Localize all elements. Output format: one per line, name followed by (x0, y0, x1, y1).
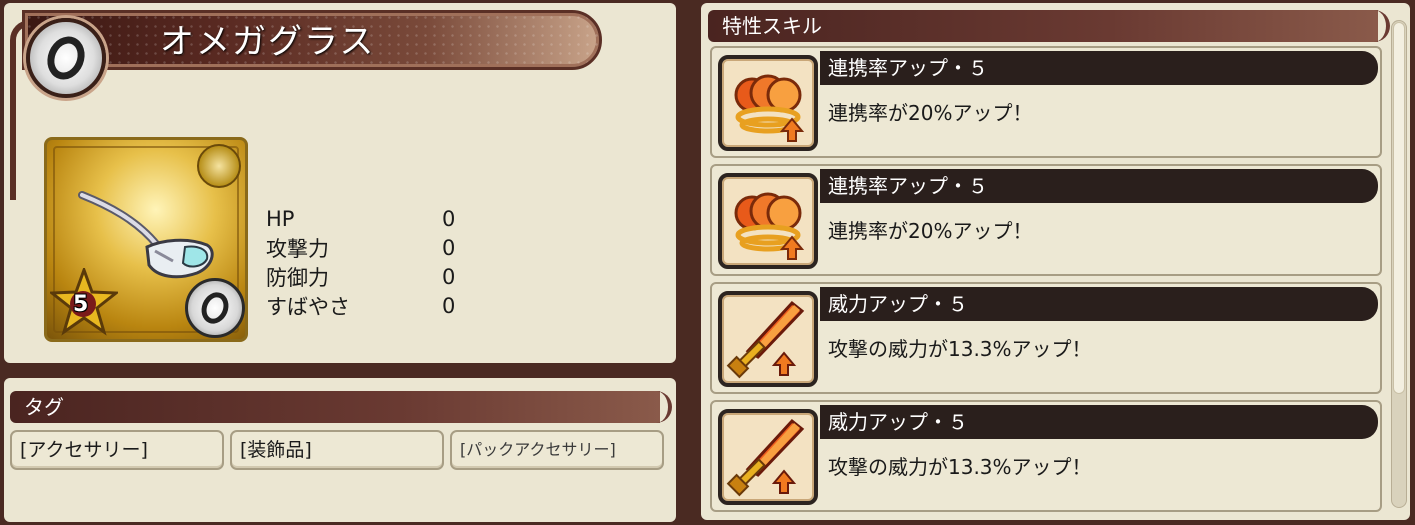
skills-header: 特性スキル (708, 10, 1390, 42)
stat-label: 攻撃力 (266, 236, 329, 261)
stat-label: HP (266, 206, 295, 231)
swirl-icon (197, 144, 241, 188)
scrollbar-thumb[interactable] (1393, 22, 1405, 394)
skill-item[interactable]: 威力アップ・５ 攻撃の威力が13.3%アップ！ (710, 282, 1382, 394)
stat-row-hp: HP 0 (266, 204, 455, 233)
skill-name: 威力アップ・５ (820, 405, 1378, 439)
item-card[interactable]: 5 (44, 137, 248, 342)
skill-item[interactable]: 連携率アップ・５ 連携率が20%アップ！ (710, 164, 1382, 276)
tag-pack-accessory[interactable]: [パックアクセサリー] (450, 430, 664, 470)
stat-value: 0 (442, 264, 456, 289)
skill-description: 攻撃の威力が13.3%アップ！ (828, 455, 1092, 479)
tag-ornament[interactable]: [装飾品] (230, 430, 444, 470)
stats-list: HP 0 攻撃力 0 防御力 0 すばやさ 0 (266, 204, 455, 320)
tags-header: タグ (10, 391, 672, 423)
skill-item[interactable]: 連携率アップ・５ 連携率が20%アップ！ (710, 46, 1382, 158)
stat-row-defense: 防御力 0 (266, 262, 455, 291)
omega-emblem-small-icon (185, 278, 245, 338)
stat-row-speed: すばやさ 0 (266, 291, 455, 320)
item-name: オメガグラス (160, 22, 376, 62)
rarity-value: 5 (73, 292, 89, 317)
skill-name: 連携率アップ・５ (820, 51, 1378, 85)
stat-value: 0 (442, 235, 456, 260)
stat-value: 0 (442, 206, 456, 231)
power-sword-icon (718, 291, 818, 387)
stat-row-attack: 攻撃力 0 (266, 233, 455, 262)
skill-description: 連携率が20%アップ！ (828, 101, 1033, 125)
chain-rate-icon (718, 55, 818, 151)
skill-name: 連携率アップ・５ (820, 169, 1378, 203)
tag-accessory[interactable]: [アクセサリー] (10, 430, 224, 470)
stat-value: 0 (442, 293, 456, 318)
chain-rate-icon (718, 173, 818, 269)
skill-description: 連携率が20%アップ！ (828, 219, 1033, 243)
skill-item[interactable]: 威力アップ・５ 攻撃の威力が13.3%アップ！ (710, 400, 1382, 512)
power-sword-icon (718, 409, 818, 505)
skill-description: 攻撃の威力が13.3%アップ！ (828, 337, 1092, 361)
skill-name: 威力アップ・５ (820, 287, 1378, 321)
stat-label: すばやさ (266, 294, 350, 319)
stat-label: 防御力 (266, 265, 329, 290)
omega-emblem-icon (26, 18, 106, 98)
